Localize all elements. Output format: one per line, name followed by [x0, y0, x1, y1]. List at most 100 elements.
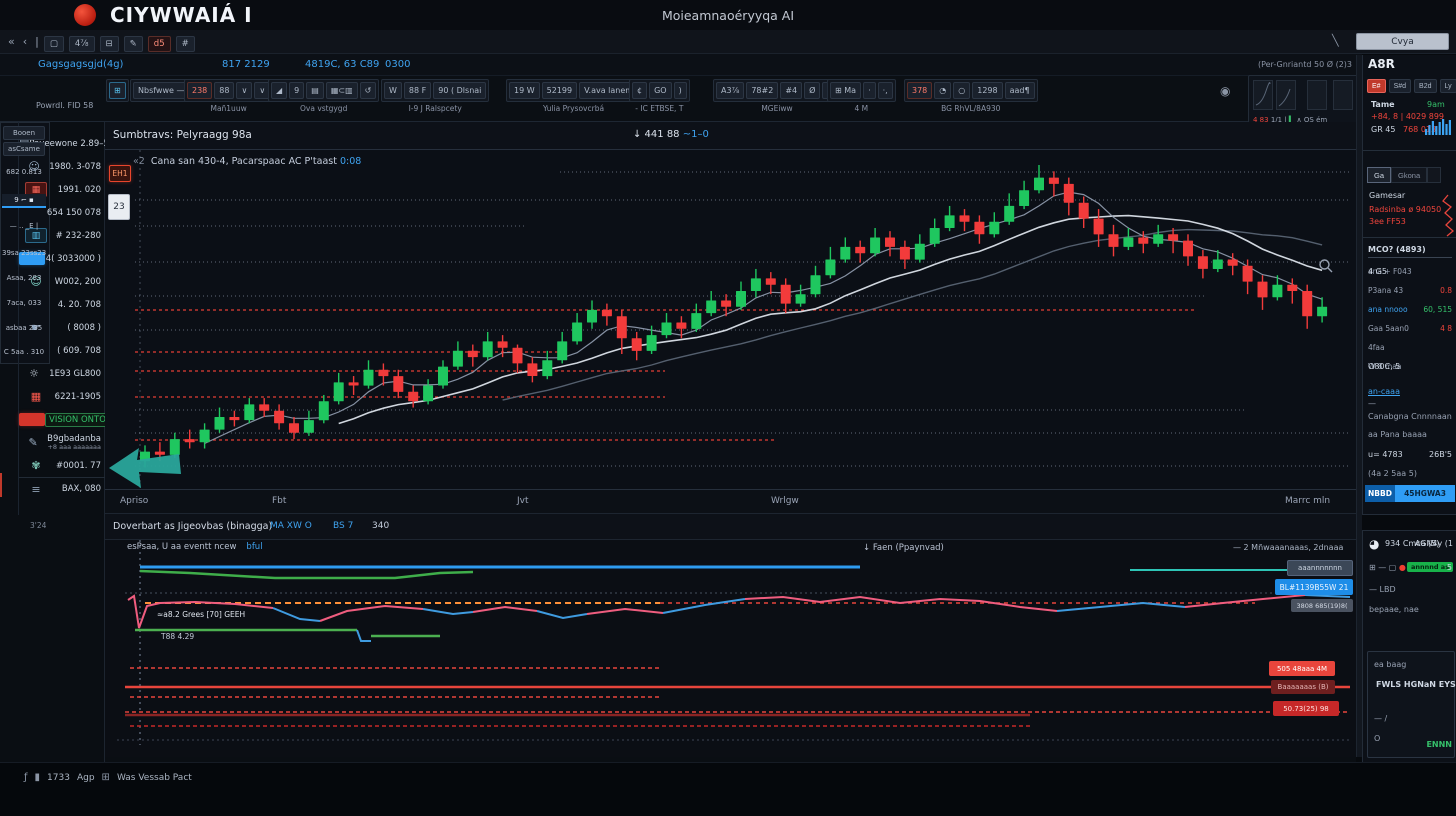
slash-icon: ╲	[1332, 34, 1339, 47]
toolbar-button[interactable]: GO	[649, 82, 672, 99]
chart-thumbnail[interactable]	[1276, 80, 1296, 110]
back-double-icon[interactable]: «	[8, 35, 15, 48]
toolbar-button[interactable]: ▦⊂▥	[326, 82, 358, 99]
indicator-mid-note: ↓ Faen (Ppaynvad)	[863, 543, 944, 553]
menubar-button[interactable]: ▢	[44, 36, 64, 52]
menubar-button[interactable]: ✎	[124, 36, 143, 52]
shield-icon[interactable]: ◉	[1220, 84, 1230, 98]
chart-thumbnail[interactable]	[1307, 80, 1327, 110]
toolbar-button[interactable]: #4	[780, 82, 802, 99]
sidebar-item-11[interactable]: ▦6221-1905	[19, 385, 105, 408]
indicator-chart-svg	[105, 540, 1356, 757]
left-list-row[interactable]: C 5aa . 310	[2, 348, 46, 356]
quote-value-3: 0300	[385, 59, 410, 70]
toolbar-group-4: W88 F90 ( DlsnaiI-9 J Ralspcety	[381, 79, 489, 113]
left-list-row[interactable]: asbaa 235	[2, 324, 46, 332]
left-list-row[interactable]: 682 0.813	[2, 168, 46, 176]
indicator-panel[interactable]: esPsaa, U aa eventt ncewbful ↓ Faen (Ppa…	[105, 540, 1356, 757]
price-badge-red-2: Baaaaaaas (B)	[1271, 680, 1335, 694]
sidebar-item-label: BAX, 080	[53, 484, 105, 494]
chart-thumbnail[interactable]	[1333, 80, 1353, 110]
toolbar-button[interactable]: aad¶	[1005, 82, 1035, 99]
toolbar-button[interactable]: 1298	[972, 82, 1002, 99]
instrument-name[interactable]: Tame	[1371, 100, 1395, 109]
toolbar-button[interactable]: ·	[863, 82, 876, 99]
back-icon[interactable]: ‹	[23, 35, 27, 48]
toolbar-button[interactable]: Ø	[804, 82, 820, 99]
toolbar-button[interactable]: 9	[289, 82, 304, 99]
icon-swatch	[19, 413, 45, 426]
right-panel-button[interactable]: Ly	[1440, 79, 1456, 93]
left-list-button-2[interactable]: asCsame	[3, 142, 45, 156]
menubar-right-button[interactable]: Cvya	[1356, 33, 1449, 50]
left-list-row[interactable]: Asaa, 283	[2, 274, 46, 282]
toolbar-button[interactable]: 88 F	[404, 82, 431, 99]
toolbar-button[interactable]: ¢	[632, 82, 647, 99]
toolbar-button[interactable]: 78#2	[746, 82, 778, 99]
toolbar-button[interactable]: 19 W	[509, 82, 540, 99]
left-list-row[interactable]: — .. _E |	[2, 222, 46, 230]
left-list-row[interactable]: 7aca, 033	[2, 299, 46, 307]
alert-badge[interactable]: EH1	[109, 165, 131, 182]
tab-Ga[interactable]: Ga	[1367, 167, 1391, 183]
left-list-button-1[interactable]: Booen	[3, 126, 45, 140]
toolbar-button[interactable]: ↺	[360, 82, 377, 99]
sidebar-item-15[interactable]: ≡BAX, 080	[19, 477, 105, 500]
selected-order-row[interactable]: NBBD 45HGWA3	[1365, 485, 1455, 502]
status-bar: ƒ ▮ 1733 Agp ⊞ Was Vessab Pact	[0, 762, 1456, 816]
toolbar-button[interactable]: ◔	[934, 82, 951, 99]
sidebar-item-10[interactable]: ☼1E93 GL800	[19, 362, 105, 385]
right-panel-button[interactable]: S#d	[1389, 79, 1411, 93]
menubar-button[interactable]: #	[176, 36, 195, 52]
chart-tool-button[interactable]: 23	[108, 194, 130, 220]
menubar-buttons: ▢ 4⅞ ⊟ ✎ d5 #	[39, 31, 195, 52]
toolbar-button[interactable]: A3⅞	[716, 82, 744, 99]
sidebar-item-12[interactable]: VISION ONTO	[19, 408, 105, 431]
toolbar-button[interactable]: ▤	[306, 82, 324, 99]
quote-symbol[interactable]: Gagsgagsgjd(4g)	[38, 59, 123, 70]
sidebar-item-label: W002, 200	[53, 277, 105, 287]
toolbar-button[interactable]: ⊞	[109, 82, 126, 99]
toolbar-button[interactable]: )	[674, 82, 687, 99]
magnifier-icon[interactable]	[1318, 258, 1334, 274]
tab-rest	[1427, 167, 1441, 183]
toolbar-button[interactable]: 378	[907, 82, 932, 99]
right-panel-button[interactable]: B2d	[1414, 79, 1436, 93]
toolbar-button[interactable]: 90 ( Dlsnai	[433, 82, 486, 99]
chart-header-values: ↓ 441 88 ~1–0	[633, 129, 709, 140]
sidebar-item-13[interactable]: ✎B9gbadanba+8 aaa aaaaaaa	[19, 431, 105, 454]
indicator-line-button[interactable]: aaannnnnnn	[1287, 560, 1353, 576]
toolbar-button[interactable]: ∨	[236, 82, 252, 99]
indicator-value-2: BS 7	[333, 521, 353, 531]
sidebar-item-label: ( 8008 )	[53, 323, 105, 333]
tab-Gkona[interactable]: Gkona	[1391, 167, 1427, 183]
right-panel-button[interactable]: E#	[1367, 79, 1386, 93]
quote-value-2: 4819C, 63 C89	[305, 59, 379, 70]
left-list-row[interactable]: 39sa 23ss23	[2, 249, 46, 257]
toolbar-button[interactable]: ◢	[271, 82, 287, 99]
left-list-row[interactable]: 9 ⌐ ▪	[2, 194, 46, 208]
indicator-value-1: MA XW O	[270, 521, 312, 531]
orders-icons[interactable]: ⊞ — ▢ ●	[1369, 563, 1406, 572]
price-badge-red-3: 50.73(25) 98	[1273, 701, 1339, 716]
toolbar-button[interactable]: 88	[214, 82, 234, 99]
chart-header: Sumbtravs: Pelyraagg 98a ↓ 441 88 ~1–0	[105, 122, 1356, 150]
toolbar-button[interactable]: W	[384, 82, 402, 99]
toolbar-button[interactable]: 52199	[542, 82, 577, 99]
chart-thumbnail[interactable]	[1253, 80, 1273, 110]
toolbar-group-8: ⊞ Ma··,4 M	[827, 79, 896, 113]
toolbar-button[interactable]: ○	[953, 82, 970, 99]
toolbar-button[interactable]: ·,	[878, 82, 893, 99]
menubar-button[interactable]: ⊟	[100, 36, 119, 52]
details-link[interactable]: an-caaa	[1368, 387, 1400, 396]
time-axis[interactable]: AprisoFbtJvtWrlgwMarrc mln	[105, 490, 1356, 514]
sidebar-item-14[interactable]: ✾#0001. 77	[19, 454, 105, 477]
menubar-button[interactable]: d5	[148, 36, 171, 52]
toolbar-button[interactable]: ⊞ Ma	[830, 82, 861, 99]
volume-sparkline	[1425, 115, 1453, 135]
price-badge-blue[interactable]: BL#1139B55W 21	[1275, 579, 1353, 595]
toolbar-button[interactable]: 238	[187, 82, 212, 99]
price-badge-red-1: 505 48aaa 4M	[1269, 661, 1335, 676]
menubar-button[interactable]: 4⅞	[69, 36, 95, 52]
candlestick-chart[interactable]: «2Cana san 430-4, Pacarspaac AC P'taast …	[105, 150, 1356, 490]
